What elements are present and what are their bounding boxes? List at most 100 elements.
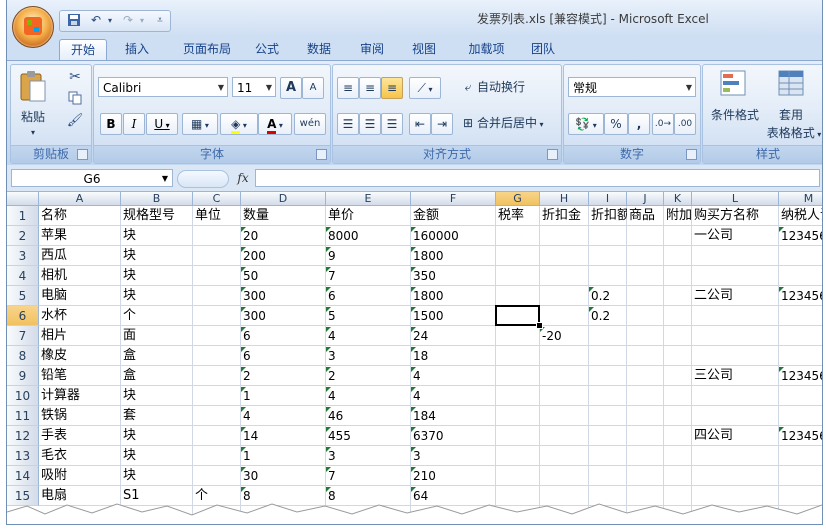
cell-d1[interactable]: 数量 <box>241 206 326 226</box>
cell-area[interactable]: 名称规格型号单位数量单价金额税率折扣金折扣额商品附加购买方名称纳税人识苹果块20… <box>39 206 822 524</box>
tab-team[interactable]: 团队 <box>523 39 563 60</box>
font-size-select[interactable]: 11 ▼ <box>232 77 276 97</box>
alignment-launcher-icon[interactable] <box>547 149 558 160</box>
cell-a10[interactable]: 计算器 <box>39 386 121 406</box>
cell-a3[interactable]: 西瓜 <box>39 246 121 266</box>
column-header-b[interactable]: B <box>121 192 193 206</box>
cell-d14[interactable]: 30 <box>241 466 326 486</box>
tab-addins[interactable]: 加载项 <box>459 39 514 60</box>
cell-e8[interactable]: 3 <box>326 346 411 366</box>
cell-f4[interactable]: 350 <box>411 266 496 286</box>
office-button[interactable] <box>12 6 54 48</box>
cell-f11[interactable]: 184 <box>411 406 496 426</box>
formula-bar-splitter[interactable] <box>177 170 229 188</box>
cell-e3[interactable]: 9 <box>326 246 411 266</box>
redo-dropdown-icon[interactable]: ▾ <box>134 13 150 28</box>
increase-decimal-button[interactable]: .0→ <box>652 113 674 135</box>
cell-d8[interactable]: 6 <box>241 346 326 366</box>
tab-home[interactable]: 开始 <box>59 39 107 61</box>
cell-b5[interactable]: 块 <box>121 286 193 306</box>
column-header-j[interactable]: J <box>627 192 664 206</box>
save-icon[interactable] <box>66 13 82 28</box>
cell-m2[interactable]: 1234567 <box>779 226 822 246</box>
conditional-format-button[interactable]: 条件格式 <box>707 105 763 125</box>
conditional-format-icon[interactable] <box>717 69 749 101</box>
cell-f8[interactable]: 18 <box>411 346 496 366</box>
cut-icon[interactable]: ✂ <box>66 69 84 87</box>
fill-color-button[interactable]: ◈ ▾ <box>220 113 258 135</box>
row-header-4[interactable]: 4 <box>7 266 39 286</box>
row-header-3[interactable]: 3 <box>7 246 39 266</box>
increase-indent-button[interactable]: ⇥ <box>431 113 453 135</box>
cell-b10[interactable]: 块 <box>121 386 193 406</box>
cell-a5[interactable]: 电脑 <box>39 286 121 306</box>
cell-m12[interactable]: 1234567 <box>779 426 822 446</box>
format-as-table-button[interactable]: 套用 <box>769 105 813 125</box>
cell-d13[interactable]: 1 <box>241 446 326 466</box>
customize-icon[interactable]: ⩡ <box>152 13 168 28</box>
cell-f7[interactable]: 24 <box>411 326 496 346</box>
row-header-10[interactable]: 10 <box>7 386 39 406</box>
cell-b9[interactable]: 盒 <box>121 366 193 386</box>
align-bottom-button[interactable]: ≡ <box>381 77 403 99</box>
format-as-table-label[interactable]: 表格格式 ▾ <box>759 123 822 143</box>
number-launcher-icon[interactable] <box>686 149 697 160</box>
column-header-f[interactable]: F <box>411 192 496 206</box>
cell-e2[interactable]: 8000 <box>326 226 411 246</box>
cell-a14[interactable]: 吸附 <box>39 466 121 486</box>
column-header-i[interactable]: I <box>589 192 627 206</box>
align-right-button[interactable]: ☰ <box>381 113 403 135</box>
cell-e4[interactable]: 7 <box>326 266 411 286</box>
cell-e10[interactable]: 4 <box>326 386 411 406</box>
underline-button[interactable]: U ▾ <box>146 113 178 135</box>
cell-d4[interactable]: 50 <box>241 266 326 286</box>
cell-b1[interactable]: 规格型号 <box>121 206 193 226</box>
cell-f1[interactable]: 金额 <box>411 206 496 226</box>
cell-f10[interactable]: 4 <box>411 386 496 406</box>
font-name-select[interactable]: Calibri ▼ <box>98 77 228 97</box>
cell-g1[interactable]: 税率 <box>496 206 540 226</box>
align-top-button[interactable]: ≡ <box>337 77 359 99</box>
cell-b2[interactable]: 块 <box>121 226 193 246</box>
cell-f5[interactable]: 1800 <box>411 286 496 306</box>
cell-a13[interactable]: 毛衣 <box>39 446 121 466</box>
cell-d12[interactable]: 14 <box>241 426 326 446</box>
percent-button[interactable]: % <box>604 113 628 135</box>
cell-h7[interactable]: -20 <box>540 326 589 346</box>
cell-f14[interactable]: 210 <box>411 466 496 486</box>
cell-l2[interactable]: 一公司 <box>692 226 779 246</box>
row-header-11[interactable]: 11 <box>7 406 39 426</box>
cell-a9[interactable]: 铅笔 <box>39 366 121 386</box>
phonetic-button[interactable]: wén <box>294 113 326 135</box>
cell-m9[interactable]: 1234567 <box>779 366 822 386</box>
merge-center-button[interactable]: 合并后居中 ▾ <box>477 113 557 133</box>
font-color-button[interactable]: A ▾ <box>258 113 292 135</box>
tab-review[interactable]: 审阅 <box>352 39 392 60</box>
tab-insert[interactable]: 插入 <box>117 39 157 60</box>
copy-icon[interactable] <box>66 91 84 109</box>
formula-input[interactable] <box>255 169 820 187</box>
cell-f13[interactable]: 3 <box>411 446 496 466</box>
column-header-g[interactable]: G <box>496 192 540 206</box>
cell-l1[interactable]: 购买方名称 <box>692 206 779 226</box>
cell-e1[interactable]: 单价 <box>326 206 411 226</box>
cell-d11[interactable]: 4 <box>241 406 326 426</box>
cell-b11[interactable]: 套 <box>121 406 193 426</box>
cell-a6[interactable]: 水杯 <box>39 306 121 326</box>
cell-b8[interactable]: 盒 <box>121 346 193 366</box>
paste-dropdown-icon[interactable]: ▾ <box>25 123 41 143</box>
cell-a12[interactable]: 手表 <box>39 426 121 446</box>
cell-b4[interactable]: 块 <box>121 266 193 286</box>
bold-button[interactable]: B <box>100 113 122 135</box>
cell-l5[interactable]: 二公司 <box>692 286 779 306</box>
cell-b14[interactable]: 块 <box>121 466 193 486</box>
cell-f2[interactable]: 160000 <box>411 226 496 246</box>
cell-a7[interactable]: 相片 <box>39 326 121 346</box>
format-as-table-icon[interactable] <box>775 69 807 101</box>
column-header-c[interactable]: C <box>193 192 241 206</box>
align-center-button[interactable]: ☰ <box>359 113 381 135</box>
cell-i6[interactable]: 0.2 <box>589 306 627 326</box>
italic-button[interactable]: I <box>123 113 145 135</box>
cell-f12[interactable]: 6370 <box>411 426 496 446</box>
tab-page-layout[interactable]: 页面布局 <box>172 39 242 60</box>
